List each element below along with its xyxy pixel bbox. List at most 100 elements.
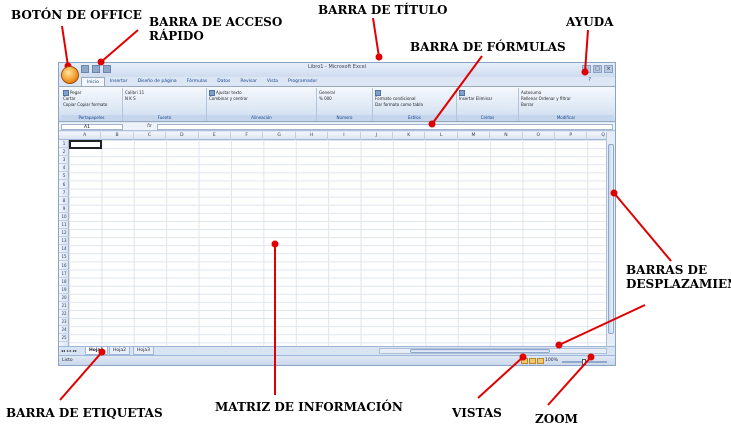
- column-header[interactable]: H: [296, 132, 329, 140]
- column-header[interactable]: L: [425, 132, 458, 140]
- row-header[interactable]: 1: [59, 140, 69, 149]
- clear-button[interactable]: Borrar: [521, 102, 534, 107]
- copy-button[interactable]: Copiar: [63, 102, 76, 107]
- column-header[interactable]: B: [101, 132, 134, 140]
- row-header[interactable]: 14: [59, 245, 69, 254]
- row-header[interactable]: 16: [59, 262, 69, 270]
- row-header[interactable]: 11: [59, 221, 69, 230]
- minimize-icon[interactable]: –: [582, 65, 591, 73]
- row-header[interactable]: 23: [59, 318, 69, 327]
- fx-icon[interactable]: fx: [147, 123, 152, 129]
- row-header[interactable]: 5: [59, 172, 69, 181]
- column-header[interactable]: D: [166, 132, 199, 140]
- label-vistas: VISTAS: [452, 406, 502, 420]
- column-header[interactable]: I: [328, 132, 361, 140]
- vertical-scrollbar[interactable]: [606, 132, 615, 346]
- row-header[interactable]: 17: [59, 270, 69, 278]
- row-header[interactable]: 9: [59, 205, 69, 213]
- row-header[interactable]: 8: [59, 197, 69, 205]
- row-header[interactable]: 2: [59, 148, 69, 157]
- name-box[interactable]: A1: [61, 124, 123, 130]
- fill-button[interactable]: Rellenar: [521, 96, 537, 101]
- tab-revisar[interactable]: Revisar: [235, 77, 262, 86]
- column-header[interactable]: K: [393, 132, 426, 140]
- row-header[interactable]: 19: [59, 286, 69, 294]
- cut-button[interactable]: Cortar: [63, 96, 76, 101]
- column-header[interactable]: E: [199, 132, 231, 140]
- group-celdas: Insertar Eliminar Celdas: [457, 88, 519, 121]
- wrap-text-button[interactable]: Ajustar texto: [216, 90, 242, 95]
- autosum-button[interactable]: Autosuma: [521, 90, 541, 95]
- tab-datos[interactable]: Datos: [212, 77, 235, 86]
- merge-center-button[interactable]: Combinar y centrar: [209, 96, 248, 101]
- row-header[interactable]: 22: [59, 310, 69, 319]
- zoom-level[interactable]: 100%: [545, 358, 558, 363]
- font-size-select[interactable]: 11: [139, 90, 144, 95]
- column-header[interactable]: O: [523, 132, 555, 140]
- sort-filter-button[interactable]: Ordenar y filtrar: [539, 96, 571, 101]
- sheet-tab-hoja2[interactable]: Hoja2: [109, 347, 131, 355]
- font-select[interactable]: Calibri: [125, 90, 138, 95]
- scroll-thumb[interactable]: [608, 144, 614, 334]
- page-layout-view-icon[interactable]: [529, 358, 536, 364]
- column-header[interactable]: N: [490, 132, 523, 140]
- label-barras-desp-line1: BARRAS DE: [626, 263, 708, 277]
- row-header[interactable]: 10: [59, 213, 69, 221]
- column-header[interactable]: J: [361, 132, 393, 140]
- column-header[interactable]: P: [555, 132, 588, 140]
- column-header[interactable]: G: [263, 132, 296, 140]
- row-header[interactable]: 3: [59, 156, 69, 165]
- sheet-tab-hoja1[interactable]: Hoja1: [85, 347, 108, 355]
- tab-insertar[interactable]: Insertar: [105, 77, 133, 86]
- sheet-nav-arrows[interactable]: ◂◂ ◂ ▸ ▸▸: [61, 348, 77, 353]
- row-header[interactable]: 7: [59, 189, 69, 197]
- column-header[interactable]: A: [69, 132, 102, 140]
- row-headers: 1 2 3 4 5 6 7 8 9 10 11 12 13 14 15 16 17 18 19 20 21 22 23 24 2…: [59, 140, 69, 346]
- format-table-button[interactable]: Dar formato como tabla: [375, 102, 423, 107]
- row-header[interactable]: 18: [59, 278, 69, 286]
- row-header[interactable]: 4: [59, 164, 69, 173]
- row-header[interactable]: 25: [59, 334, 69, 343]
- sheet-tab-hoja3[interactable]: Hoja3: [133, 347, 155, 355]
- column-header[interactable]: M: [458, 132, 491, 140]
- column-header[interactable]: C: [134, 132, 167, 140]
- tab-vista[interactable]: Vista: [262, 77, 283, 86]
- format-painter-button[interactable]: Copiar formato: [77, 102, 107, 107]
- tab-programador[interactable]: Programador: [283, 77, 322, 86]
- row-header[interactable]: 12: [59, 229, 69, 238]
- percent-button[interactable]: % 000: [319, 96, 332, 101]
- row-header[interactable]: 24: [59, 326, 69, 335]
- zoom-slider[interactable]: [562, 359, 607, 365]
- office-button[interactable]: [61, 66, 79, 84]
- label-barra-acceso-line2: RÁPIDO: [149, 29, 204, 43]
- formula-input[interactable]: [157, 124, 613, 130]
- maximize-icon[interactable]: □: [593, 65, 602, 73]
- horizontal-scrollbar[interactable]: [379, 348, 607, 354]
- insert-button[interactable]: Insertar: [459, 96, 475, 101]
- row-header[interactable]: 21: [59, 302, 69, 311]
- tab-formulas[interactable]: Fórmulas: [182, 77, 213, 86]
- font-style-buttons[interactable]: N K S: [125, 96, 136, 101]
- row-header[interactable]: 6: [59, 181, 69, 189]
- help-icon[interactable]: ?: [588, 77, 591, 83]
- conditional-format-button[interactable]: Formato condicional: [375, 96, 416, 101]
- cell-matrix[interactable]: [69, 140, 608, 346]
- delete-button[interactable]: Eliminar: [476, 96, 492, 101]
- status-text: Listo: [62, 358, 73, 363]
- row-header[interactable]: 13: [59, 237, 69, 246]
- row-header[interactable]: 20: [59, 294, 69, 302]
- zoom-knob[interactable]: [582, 359, 586, 365]
- column-header[interactable]: F: [231, 132, 264, 140]
- row-header[interactable]: 15: [59, 253, 69, 262]
- page-break-view-icon[interactable]: [537, 358, 544, 364]
- paste-button[interactable]: Pegar: [70, 90, 81, 95]
- scroll-thumb[interactable]: [410, 349, 550, 353]
- active-cell[interactable]: [69, 140, 102, 149]
- tab-diseno[interactable]: Diseño de página: [132, 77, 181, 86]
- column-header[interactable]: Q: [587, 132, 608, 140]
- tab-inicio[interactable]: Inicio: [81, 77, 105, 86]
- close-icon[interactable]: ×: [604, 65, 613, 73]
- number-format-select[interactable]: General: [319, 90, 335, 95]
- worksheet-grid[interactable]: ABCDEFGHIJKLMNOPQ 1 2 3 4 5 6 7 8 9 10 11 12 13 14 15 1…: [59, 132, 608, 346]
- normal-view-icon[interactable]: [521, 358, 528, 364]
